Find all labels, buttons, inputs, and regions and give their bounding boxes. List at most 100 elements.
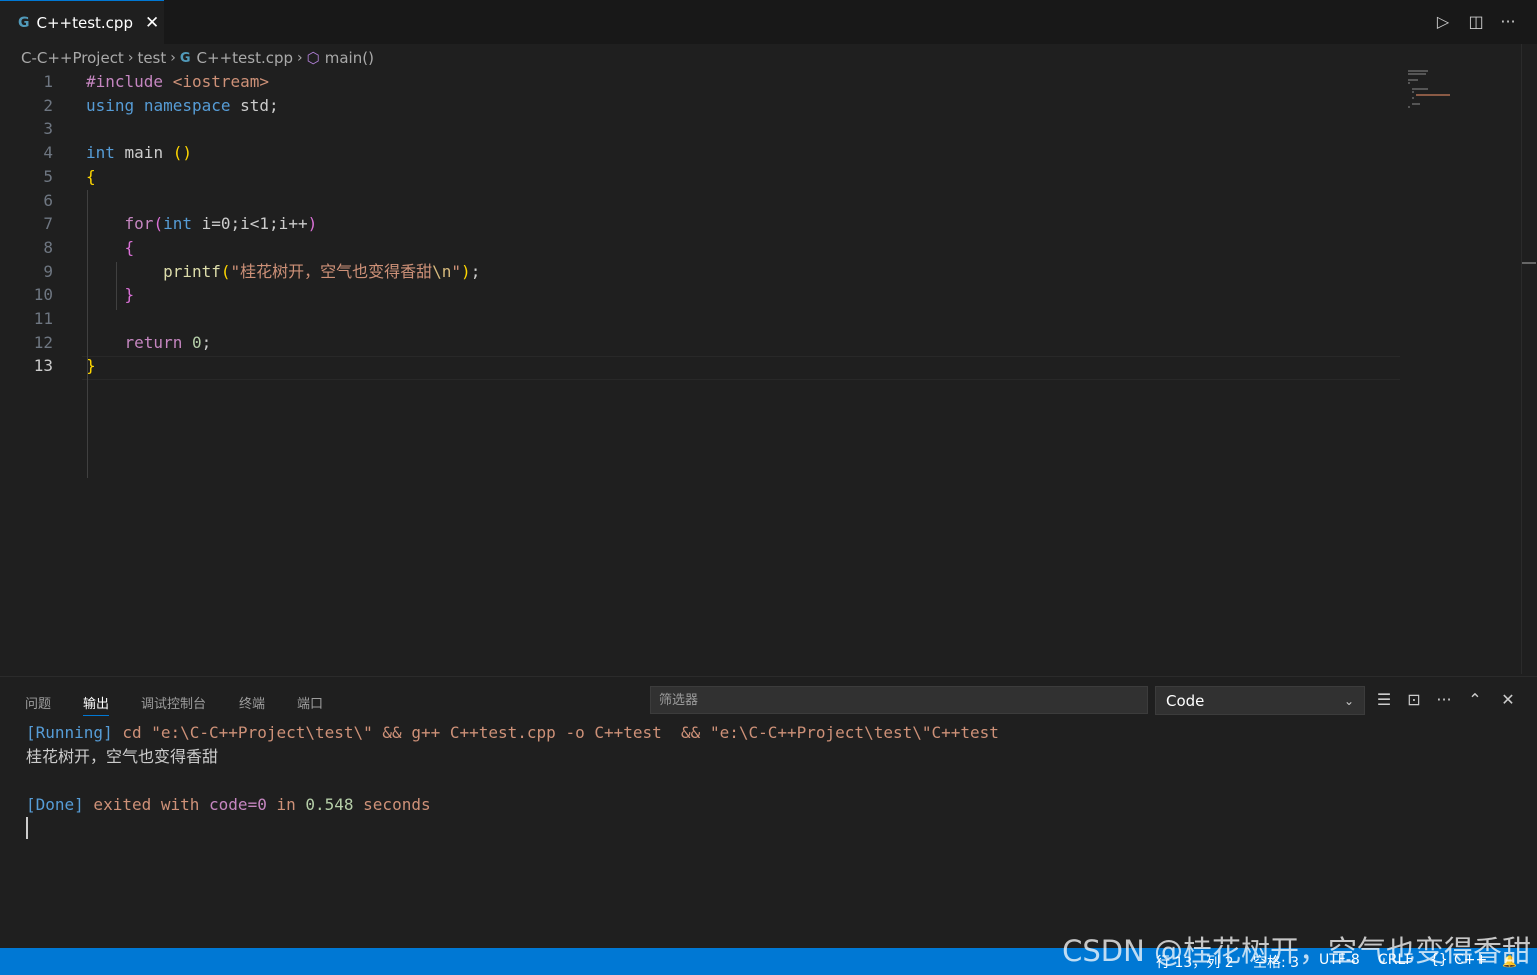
split-editor-icon[interactable]: ◫ [1465,11,1487,33]
close-icon[interactable]: ✕ [145,13,159,33]
tab-output[interactable]: 输出 [83,693,110,716]
tab-problems[interactable]: 问题 [25,693,51,715]
output-filter-input[interactable] [650,686,1148,714]
breadcrumb: C-C++Project › test › G C++test.cpp › ⬡ … [21,47,374,69]
code-token: #include [86,72,173,91]
chevron-right-icon: › [127,50,134,66]
code-editor[interactable]: 1 2 3 4 5 6 7 8 9 10 11 12 13 #include <iostream> usi… [0,70,1400,670]
code-token: ( [220,261,231,281]
editor-tab-bar: G C++test.cpp ✕ ▷ ◫ ··· [0,0,1537,44]
code-token: using [86,95,135,115]
code-line[interactable]: int main () [86,141,192,165]
output-line-program: 桂花树开，空气也变得香甜 [26,747,219,766]
done-seconds: seconds [353,795,431,814]
selected-channel: Code [1166,691,1205,710]
line-number: 9 [43,261,53,281]
running-command: cd "e:\C-C++Project\test\" && g++ C++tes… [112,723,999,742]
line-number: 4 [43,143,53,163]
breadcrumb-item-folder[interactable]: test [137,49,166,67]
chevron-down-icon: ⌄ [1343,693,1354,708]
line-number: 2 [43,95,53,115]
line-number: 1 [43,72,53,91]
line-number: 12 [33,332,53,352]
code-token: ; [201,332,212,352]
code-line[interactable]: for(int i=0;i<1;i++) [86,212,318,236]
tab-label: C++test.cpp [36,13,133,32]
code-token: 0 [191,332,202,352]
output-line-done: [Done] exited with code=0 in 0.548 secon… [26,793,431,817]
maximize-panel-icon[interactable]: ⌃ [1464,689,1486,711]
indent-guide [116,262,117,310]
code-token: <iostream> [172,72,270,91]
code-token: ) [461,261,471,281]
symbol-method-icon: ⬡ [306,49,320,67]
bottom-panel: 问题 输出 调试控制台 终端 端口 Code ⌄ ☰ ⊡ ··· ⌃ ✕ [Ru… [0,676,1537,949]
breadcrumb-item-file[interactable]: C++test.cpp [197,49,293,67]
code-token: ) [307,214,318,234]
line-number: 11 [33,309,53,328]
clear-output-icon[interactable]: ☰ [1373,689,1395,711]
indent-guide [87,190,88,478]
run-icon[interactable]: ▷ [1432,11,1454,33]
code-token: } [124,285,135,305]
code-token: " [451,261,462,281]
tab-debug-console[interactable]: 调试控制台 [141,693,206,715]
cpp-icon: G [179,50,191,66]
code-token: main [114,143,173,163]
code-line[interactable]: #include <iostream> [86,70,269,94]
breadcrumb-item-symbol[interactable]: main() [325,49,374,67]
code-token: return [124,332,183,352]
code-line[interactable]: return 0; [86,331,212,355]
code-token: \n [432,261,452,281]
line-number: 6 [43,190,53,210]
code-token: printf [163,261,221,281]
more-actions-icon[interactable]: ··· [1433,689,1455,711]
cpp-icon: G [18,14,30,31]
tab-cpp-file[interactable]: G C++test.cpp ✕ [0,0,164,44]
line-number: 10 [33,285,53,305]
chevron-right-icon: › [170,50,176,66]
lock-scroll-icon[interactable]: ⊡ [1403,689,1425,711]
code-line[interactable]: using namespace std; [86,94,279,118]
chevron-right-icon: › [297,50,303,66]
code-token: { [124,237,135,257]
code-token: for [124,214,154,234]
code-token: std; [230,95,279,115]
code-line[interactable]: { [86,236,135,260]
code-token: { [86,166,96,186]
tab-ports[interactable]: 端口 [297,693,323,715]
more-actions-icon[interactable]: ··· [1497,11,1519,33]
done-exited: exited with [83,795,210,814]
line-number: 8 [43,237,53,257]
code-token: namespace [143,95,231,115]
code-token: int [163,214,192,234]
line-number: 3 [43,119,53,139]
code-line[interactable]: } [86,283,135,307]
code-token: () [172,143,192,163]
done-tag: [Done] [26,795,84,814]
done-code: code=0 [209,795,267,814]
close-panel-icon[interactable]: ✕ [1497,689,1519,711]
code-line[interactable]: printf("桂花树开，空气也变得香甜\n"); [86,260,480,284]
code-token: ( [153,214,164,234]
minimap[interactable] [1405,70,1465,110]
line-number: 13 [33,356,53,376]
text-cursor [26,817,28,839]
code-token: "桂花树开，空气也变得香甜 [230,261,433,281]
running-tag: [Running] [26,723,113,742]
code-token: int [86,143,115,163]
watermark: CSDN @桂花树开，空气也变得香甜 [1062,934,1531,968]
breadcrumb-item-project[interactable]: C-C++Project [21,49,124,67]
line-number: 7 [43,214,53,234]
output-channel-select[interactable]: Code ⌄ [1155,686,1365,715]
editor-scrollbar[interactable] [1521,44,1536,674]
code-token: i=0;i<1;i++ [191,214,308,234]
code-line[interactable]: { [86,165,96,189]
tab-terminal[interactable]: 终端 [239,693,265,715]
done-in: in [266,795,306,814]
